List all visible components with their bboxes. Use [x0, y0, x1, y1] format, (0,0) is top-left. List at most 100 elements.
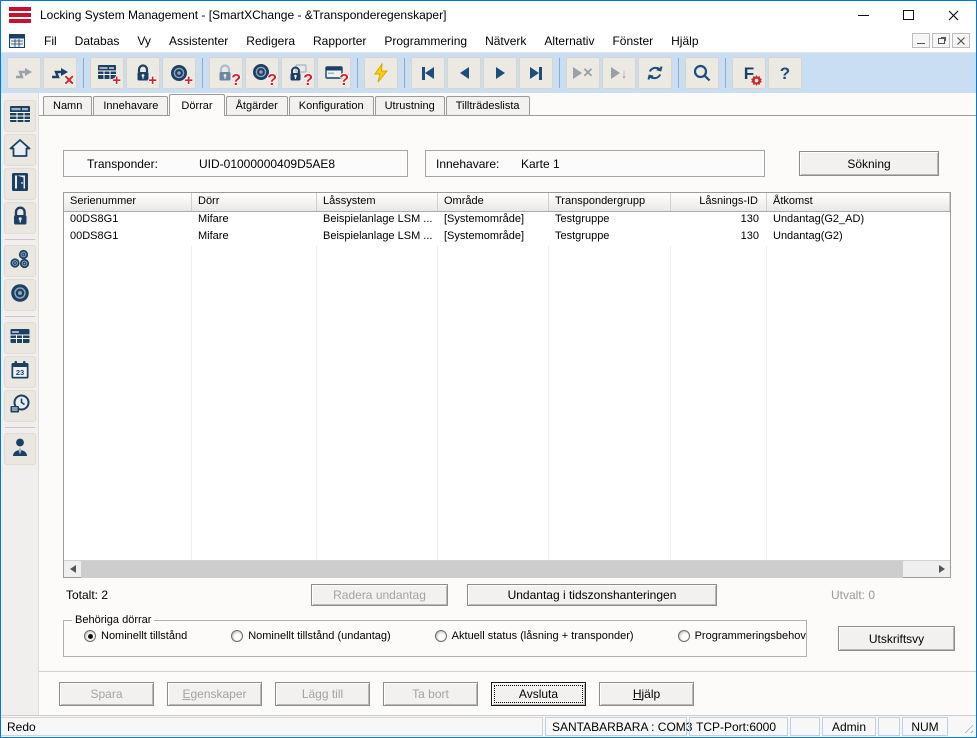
sidebar-item-locking-plan[interactable] [4, 100, 36, 132]
person-icon [9, 436, 31, 463]
sidebar-item-transponder-groups[interactable] [4, 245, 36, 277]
sidebar-item-areas[interactable] [4, 134, 36, 166]
menu-item-vy[interactable]: Vy [128, 31, 160, 51]
minimize-button[interactable] [841, 1, 886, 29]
close-button[interactable] [931, 1, 976, 29]
program-button[interactable] [364, 57, 398, 89]
previous-record-button[interactable] [447, 57, 481, 89]
mdi-minimize-button[interactable] [912, 33, 930, 48]
print-view-button[interactable]: Utskriftsvy [838, 626, 955, 651]
delete-exception-button: Radera undantag [311, 584, 448, 606]
table-row[interactable]: 00DS8G1 Mifare Beispielanlage LSM ... [S… [64, 212, 950, 229]
tab-namn[interactable]: Namn [43, 96, 92, 115]
tab-konfiguration[interactable]: Konfiguration [289, 96, 374, 115]
timezone-exception-button[interactable]: Undantag i tidszonshanteringen [467, 584, 717, 606]
refresh-icon [645, 63, 665, 83]
mdi-close-button[interactable] [952, 33, 970, 48]
new-locking-system-button[interactable]: + [90, 57, 124, 89]
log-on-icon [14, 63, 34, 83]
menu-item-fil[interactable]: Fil [35, 31, 66, 51]
resize-grip[interactable] [950, 717, 976, 736]
menu-item-redigera[interactable]: Redigera [237, 31, 304, 51]
tab-utrustning[interactable]: Utrustning [375, 96, 445, 115]
menu-item-databas[interactable]: Databas [66, 31, 129, 51]
sidebar-item-persons[interactable] [4, 433, 36, 465]
radio-nominal-state-exception[interactable]: Nominellt tillstånd (undantag) [231, 630, 390, 642]
menu-item-natverk[interactable]: Nätverk [476, 31, 535, 51]
help-dialog-button[interactable]: Hjälp [599, 682, 694, 706]
menu-bar: Fil Databas Vy Assistenter Redigera Rapp… [1, 29, 976, 53]
cell-serienummer: 00DS8G1 [64, 212, 192, 229]
column-transpondergrupp[interactable]: Transpondergrupp [549, 193, 671, 211]
last-record-button[interactable] [519, 57, 553, 89]
column-lassystem[interactable]: Låssystem [317, 193, 438, 211]
tab-atgarder[interactable]: Åtgärder [226, 96, 288, 115]
menu-item-alternativ[interactable]: Alternativ [535, 31, 603, 51]
sidebar-separator [5, 316, 35, 317]
apply-record-icon: ↓ [611, 66, 628, 81]
search-icon [692, 63, 712, 83]
x-badge: ✕ [63, 73, 75, 87]
radio-programming-need[interactable]: Programmeringsbehov [678, 630, 806, 642]
sidebar-item-locks[interactable] [4, 202, 36, 234]
help-button[interactable]: ? [768, 57, 802, 89]
radio-label: Nominellt tillstånd [101, 630, 187, 642]
toolbar-separator [404, 58, 405, 88]
sidebar-item-doors[interactable] [4, 168, 36, 200]
cell-dorr: Mifare [192, 229, 317, 246]
scroll-right-arrow[interactable] [933, 561, 950, 578]
new-transponder-button[interactable]: + [162, 57, 196, 89]
exit-button[interactable]: Avsluta [491, 682, 586, 706]
column-lasnings-id[interactable]: Låsnings-ID [671, 193, 767, 211]
search-button[interactable] [685, 57, 719, 89]
tab-innehavare[interactable]: Innehavare [93, 96, 168, 115]
scrollbar-thumb[interactable] [81, 561, 903, 578]
first-record-button[interactable] [411, 57, 445, 89]
menu-item-hjalp[interactable]: Hjälp [662, 31, 707, 51]
radio-label: Nominellt tillstånd (undantag) [248, 630, 390, 642]
menu-item-programmering[interactable]: Programmering [375, 31, 476, 51]
radio-actual-status[interactable]: Aktuell status (låsning + transponder) [435, 630, 634, 642]
column-dorr[interactable]: Dörr [192, 193, 317, 211]
refresh-button[interactable] [638, 57, 672, 89]
menu-item-assistenter[interactable]: Assistenter [160, 31, 237, 51]
read-mifare-lock-button[interactable]: ? [281, 57, 315, 89]
next-record-button[interactable] [483, 57, 517, 89]
status-ready: Redo [1, 717, 543, 736]
column-atkomst[interactable]: Åtkomst [767, 193, 950, 211]
menu-item-fonster[interactable]: Fönster [603, 31, 662, 51]
title-bar: Locking System Management - [SmartXChang… [1, 1, 976, 29]
sidebar-item-time-groups[interactable] [4, 390, 36, 422]
horizontal-scrollbar[interactable] [64, 560, 950, 577]
column-serienummer[interactable]: Serienummer [64, 193, 192, 211]
add-badge: + [148, 73, 157, 88]
new-lock-button[interactable]: + [126, 57, 160, 89]
read-transponder-button[interactable]: ? [245, 57, 279, 89]
cell-lasnings-id: 130 [671, 229, 767, 246]
status-tcp-port: TCP-Port:6000 [689, 717, 788, 736]
status-user: Admin [822, 717, 876, 736]
scroll-left-arrow[interactable] [64, 561, 81, 578]
log-off-button[interactable]: ✕ [43, 57, 77, 89]
transponder-field: Transponder: UID-01000000409D5AE8 [63, 150, 408, 177]
column-omrade[interactable]: Område [438, 193, 549, 211]
read-lock-button[interactable]: ? [209, 57, 243, 89]
maximize-button[interactable] [886, 1, 931, 29]
sidebar-item-timezone-plan[interactable]: 23 [4, 356, 36, 388]
client-area: 23 Namn Innehavare Dörrar Åt [1, 93, 976, 717]
sidebar-item-matrix[interactable] [4, 322, 36, 354]
filter-button[interactable]: F [732, 57, 766, 89]
cell-lassystem: Beispielanlage LSM ... [317, 229, 438, 246]
table-row[interactable]: 00DS8G1 Mifare Beispielanlage LSM ... [S… [64, 229, 950, 246]
add-button: Lägg till [275, 682, 370, 706]
tab-dorrar[interactable]: Dörrar [169, 94, 224, 116]
matrix-icon [9, 325, 31, 352]
search-doors-button[interactable]: Sökning [799, 151, 939, 176]
menu-item-rapporter[interactable]: Rapporter [304, 31, 375, 51]
tab-tilltradeslista[interactable]: Tillträdeslista [446, 96, 530, 115]
read-g1-card-button[interactable]: ? [317, 57, 351, 89]
mdi-restore-button[interactable] [932, 33, 950, 48]
sidebar-item-transponders[interactable] [4, 279, 36, 311]
radio-nominal-state[interactable]: Nominellt tillstånd [84, 630, 187, 642]
child-window-icon [9, 34, 25, 48]
